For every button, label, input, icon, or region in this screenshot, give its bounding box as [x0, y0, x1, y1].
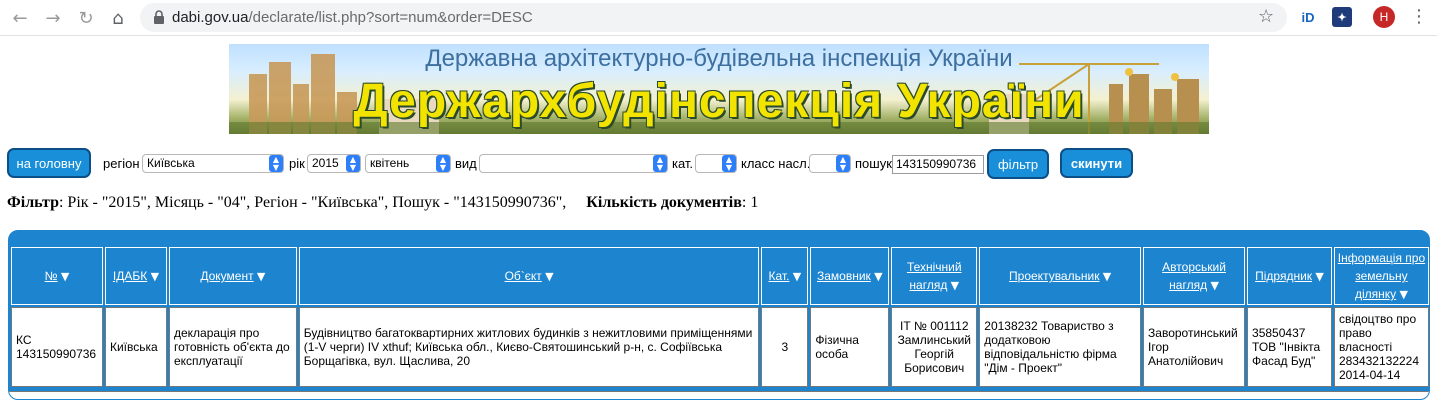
cell-land-info: свідоцтво про право власності 2834321322…	[1333, 307, 1429, 387]
cell-category: 3	[761, 307, 809, 387]
cell-idabk: Київська	[104, 307, 167, 387]
sort-triangle-icon: ▼	[874, 270, 883, 283]
extension-id-icon[interactable]: iD	[1298, 7, 1318, 27]
reset-button[interactable]: скинути	[1060, 148, 1133, 178]
browser-menu-icon[interactable]: ⋮	[1410, 6, 1428, 27]
table-header-row: № ▼ ІДАБК ▼ Документ ▼ Об`єкт ▼ Кат. ▼ З…	[11, 247, 1429, 305]
year-select[interactable]: 2015 ▲ ▼	[307, 154, 361, 173]
banner-subtitle: Державна архітектурно-будівельна інспекц…	[425, 45, 1013, 72]
cell-object: Будівництво багатоквартирних житлових бу…	[298, 307, 760, 387]
cell-tech-supervision: ІТ № 001112 Замлинський Георгій Борисови…	[891, 307, 978, 387]
sort-triangle-icon: ▼	[1315, 270, 1324, 283]
col-header-object[interactable]: Об`єкт ▼	[298, 247, 760, 305]
profile-avatar[interactable]: H	[1373, 6, 1395, 28]
forward-icon[interactable]: →	[41, 6, 65, 30]
cell-num: КС 143150990736	[11, 307, 103, 387]
col-header-category[interactable]: Кат. ▼	[761, 247, 809, 305]
declarations-table: № ▼ ІДАБК ▼ Документ ▼ Об`єкт ▼ Кат. ▼ З…	[9, 245, 1429, 389]
col-header-contractor[interactable]: Підрядник ▼	[1247, 247, 1332, 305]
col-header-land-info[interactable]: Інформація про земельну ділянку ▼	[1333, 247, 1429, 305]
region-label: регіон	[103, 156, 140, 171]
region-select[interactable]: Київська ▲ ▼	[142, 154, 284, 173]
col-header-document[interactable]: Документ ▼	[168, 247, 297, 305]
sort-triangle-icon: ▼	[150, 270, 160, 283]
sort-triangle-icon: ▼	[792, 270, 802, 283]
col-header-num[interactable]: № ▼	[11, 247, 103, 305]
address-bar[interactable]: dabi.gov.ua/declarate/list.php?sort=num&…	[140, 3, 1287, 32]
month-select[interactable]: квітень ▲ ▼	[365, 154, 451, 173]
chevron-down-icon: ▲ ▼	[346, 155, 360, 172]
cell-contractor: 35850437 ТОВ "Інвікта Фасад Буд"	[1247, 307, 1332, 387]
banner-title: Держархбудінспекція України	[353, 75, 1085, 128]
col-header-tech-supervision[interactable]: Технічний нагляд ▼	[891, 247, 978, 305]
declarations-table-container: № ▼ ІДАБК ▼ Документ ▼ Об`єкт ▼ Кат. ▼ З…	[8, 230, 1430, 400]
url-text: dabi.gov.ua/declarate/list.php?sort=num&…	[172, 9, 533, 26]
cell-designer: 20138232 Товариство з додатковою відпові…	[979, 307, 1142, 387]
class-select[interactable]: ▲ ▼	[809, 154, 851, 173]
type-label: вид	[455, 156, 477, 171]
sort-triangle-icon: ▼	[545, 270, 554, 283]
lock-icon	[154, 10, 164, 24]
home-button[interactable]: на головну	[7, 148, 91, 178]
cell-document: декларація про готовність об'єкта до екс…	[168, 307, 297, 387]
extension-2-icon[interactable]: ✦	[1332, 7, 1352, 27]
sort-triangle-icon: ▼	[60, 270, 70, 283]
site-banner: Державна архітектурно-будівельна інспекц…	[229, 44, 1209, 134]
chevron-down-icon: ▲ ▼	[436, 155, 450, 172]
category-label: кат.	[672, 156, 694, 171]
search-label: пошук	[855, 156, 892, 171]
chevron-down-icon: ▲ ▼	[653, 155, 667, 172]
category-select[interactable]: ▲ ▼	[695, 154, 737, 173]
year-label: рік	[289, 156, 305, 171]
chevron-down-icon: ▲ ▼	[269, 155, 283, 172]
col-header-designer[interactable]: Проектувальник ▼	[979, 247, 1142, 305]
search-input[interactable]: 143150990736	[892, 155, 984, 174]
sort-triangle-icon: ▼	[950, 279, 960, 292]
table-row: КС 143150990736 Київська декларація про …	[11, 307, 1429, 387]
cell-author-supervision: Заворотинський Ігор Анатолійович	[1143, 307, 1246, 387]
type-select[interactable]: ▲ ▼	[479, 154, 668, 173]
col-header-customer[interactable]: Замовник ▼	[810, 247, 890, 305]
col-header-author-supervision[interactable]: Авторський нагляд ▼	[1143, 247, 1246, 305]
home-icon[interactable]: ⌂	[106, 6, 130, 30]
browser-toolbar: ← → ↻ ⌂ dabi.gov.ua/declarate/list.php?s…	[0, 0, 1437, 36]
class-label: класс насл.	[741, 156, 811, 171]
table-footer	[9, 391, 1429, 399]
sort-triangle-icon: ▼	[256, 270, 266, 283]
cell-customer: Фізична особа	[810, 307, 890, 387]
sort-triangle-icon: ▼	[1210, 279, 1219, 292]
bookmark-star-icon[interactable]: ☆	[1258, 6, 1274, 27]
filter-button[interactable]: фільтр	[987, 149, 1049, 179]
chevron-down-icon: ▲ ▼	[836, 155, 850, 172]
reload-icon[interactable]: ↻	[74, 6, 98, 30]
sort-triangle-icon: ▼	[1102, 270, 1112, 283]
back-icon[interactable]: ←	[8, 6, 32, 30]
col-header-idabk[interactable]: ІДАБК ▼	[104, 247, 167, 305]
sort-triangle-icon: ▼	[1399, 288, 1408, 301]
filter-summary: Фільтр: Рік - "2015", Місяць - "04", Рег…	[7, 194, 759, 211]
chevron-down-icon: ▲ ▼	[722, 155, 736, 172]
